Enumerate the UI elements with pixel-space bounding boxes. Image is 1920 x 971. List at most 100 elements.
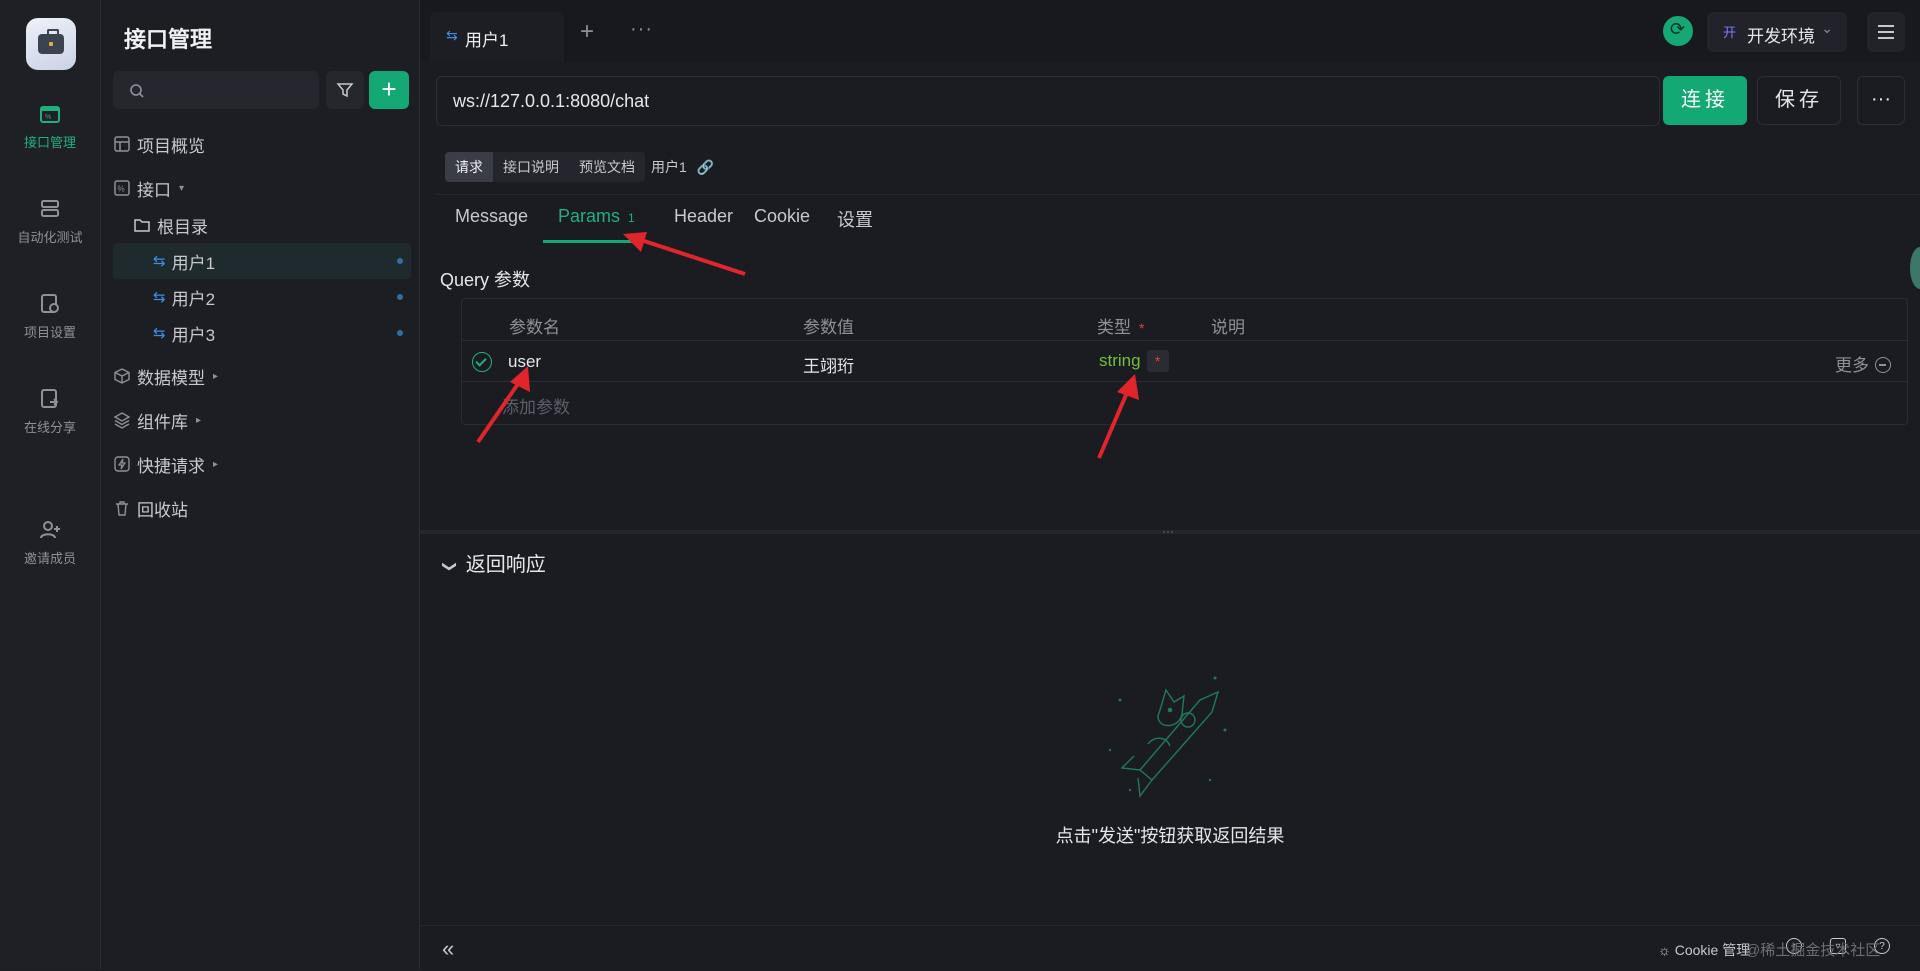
params-count-badge: 1 xyxy=(628,211,635,225)
tree-item-project-overview[interactable]: 项目概览 xyxy=(113,126,411,162)
column-header-type: 类型 * xyxy=(1097,313,1144,338)
param-value-cell[interactable]: 王翊珩 xyxy=(803,352,854,377)
svg-text:%: % xyxy=(118,185,125,194)
tree-item-component-library[interactable]: 组件库 ▸ xyxy=(113,402,411,438)
drag-handle-icon[interactable]: ··· xyxy=(1162,524,1174,538)
tab-cookie[interactable]: Cookie xyxy=(754,206,810,227)
param-type-cell[interactable]: string * xyxy=(1099,350,1169,372)
rail-label: 接口管理 xyxy=(23,135,76,150)
tab-request[interactable]: 请求 xyxy=(445,152,493,182)
column-header-description: 说明 xyxy=(1211,318,1245,337)
websocket-icon: ⇆ xyxy=(153,253,166,270)
query-params-table: 参数名 参数值 类型 * 说明 user 王翊珩 string * 更多 添加参数 xyxy=(461,298,1908,425)
divider xyxy=(436,194,1920,195)
settings-doc-icon xyxy=(41,294,59,313)
tree-label: 数据模型 xyxy=(137,368,205,388)
cookie-manager-label: Cookie 管理 xyxy=(1674,942,1751,958)
tree-item-data-model[interactable]: 数据模型 ▸ xyxy=(113,358,411,394)
column-header-name: 参数名 xyxy=(509,318,560,337)
api-tree-sidebar: 接口管理 + 项目概览 % 接口 ▾ 根目录 ⇆ 用户1 ⇆ 用户2 ⇆ 用户3… xyxy=(101,0,420,970)
tree-item-quick-request[interactable]: 快捷请求 ▸ xyxy=(113,446,411,482)
enabled-checkbox-icon[interactable] xyxy=(472,352,492,372)
tree-item-user3[interactable]: ⇆ 用户3 xyxy=(113,315,411,351)
rail-item-online-share[interactable]: 在线分享 xyxy=(0,387,100,436)
rail-label: 自动化测试 xyxy=(17,230,83,245)
websocket-icon: ⇆ xyxy=(446,27,458,43)
tab-preview-doc[interactable]: 预览文档 xyxy=(569,152,645,182)
status-bar: « ☼ Cookie 管理 ↑ ▿ ? @稀土掘金技术社区 xyxy=(420,925,1920,971)
row-divider xyxy=(462,381,1907,382)
tab-message[interactable]: Message xyxy=(455,206,528,227)
status-dot xyxy=(397,258,403,264)
collapse-sidebar-icon[interactable]: « xyxy=(442,936,454,962)
tree-item-root-folder[interactable]: 根目录 xyxy=(133,207,411,243)
add-param-input[interactable]: 添加参数 xyxy=(502,393,570,418)
tab-api-description[interactable]: 接口说明 xyxy=(493,152,569,182)
tree-label: 组件库 xyxy=(137,412,188,432)
remove-row-icon[interactable] xyxy=(1875,357,1891,373)
type-value: string xyxy=(1099,351,1141,370)
more-options-link[interactable]: 更多 xyxy=(1835,351,1891,376)
caret-right-icon: ▸ xyxy=(213,458,219,470)
rail-item-automation-test[interactable]: 自动化测试 xyxy=(0,197,100,246)
server-icon xyxy=(41,200,59,217)
share-doc-icon xyxy=(41,389,59,408)
more-actions-button[interactable]: ··· xyxy=(1857,76,1905,125)
rail-item-invite-member[interactable]: 邀请成员 xyxy=(0,518,100,567)
tree-label: 接口 xyxy=(137,180,171,200)
tree-label: 项目概览 xyxy=(137,136,205,156)
filter-button[interactable] xyxy=(326,71,364,109)
tree-label: 用户2 xyxy=(171,289,216,309)
tree-item-user1[interactable]: ⇆ 用户1 xyxy=(113,243,411,279)
search-input[interactable] xyxy=(113,71,319,109)
app-logo[interactable] xyxy=(26,18,76,70)
status-dot xyxy=(397,294,403,300)
tab-params[interactable]: Params 1 xyxy=(558,206,635,227)
sync-icon[interactable] xyxy=(1663,16,1693,46)
environment-select[interactable]: 开 开发环境 ⌄ xyxy=(1707,12,1847,52)
cookie-manager-button[interactable]: ☼ Cookie 管理 xyxy=(1658,940,1750,960)
tab-more-icon[interactable]: ··· xyxy=(630,18,653,41)
caret-right-icon: ▸ xyxy=(213,370,219,382)
link-icon[interactable]: 🔗 xyxy=(697,159,714,176)
api-folder-icon: % xyxy=(40,106,60,123)
websocket-icon: ⇆ xyxy=(153,325,166,342)
rail-item-api-management[interactable]: % 接口管理 xyxy=(0,102,100,151)
filter-icon xyxy=(336,83,354,98)
url-input[interactable]: ws://127.0.0.1:8080/chat xyxy=(436,76,1660,126)
new-tab-button[interactable]: + xyxy=(580,18,594,46)
rail-label: 项目设置 xyxy=(23,325,76,340)
tree-label: 用户3 xyxy=(171,325,216,345)
connect-button[interactable]: 连接 xyxy=(1663,76,1747,125)
add-user-icon xyxy=(40,521,60,539)
param-name-cell[interactable]: user xyxy=(508,352,541,372)
main-panel: ⇆ 用户1 + ··· 开 开发环境 ⌄ ws://127.0.0.1:8080… xyxy=(420,0,1920,971)
add-button[interactable]: + xyxy=(369,71,409,109)
menu-button[interactable] xyxy=(1867,12,1905,52)
tab-user1[interactable]: ⇆ 用户1 xyxy=(430,12,564,62)
required-toggle[interactable]: * xyxy=(1146,350,1169,372)
sidebar-title: 接口管理 xyxy=(124,27,213,52)
tree-item-user2[interactable]: ⇆ 用户2 xyxy=(113,279,411,315)
response-header[interactable]: ❯ 返回响应 xyxy=(442,548,545,577)
tree-label: 快捷请求 xyxy=(137,456,205,476)
watermark-text: @稀土掘金技术社区 xyxy=(1745,942,1881,959)
rail-item-project-settings[interactable]: 项目设置 xyxy=(0,292,100,341)
layout-icon xyxy=(114,136,130,152)
tree-item-api[interactable]: % 接口 ▾ xyxy=(113,170,411,206)
column-header-value: 参数值 xyxy=(803,318,854,337)
chevron-down-icon: ❯ xyxy=(442,560,459,573)
url-value: ws://127.0.0.1:8080/chat xyxy=(453,91,650,111)
folder-icon xyxy=(134,219,150,232)
layers-icon xyxy=(113,412,131,429)
api-name: 用户1 xyxy=(651,159,687,175)
rail-label: 邀请成员 xyxy=(23,551,76,566)
tab-header[interactable]: Header xyxy=(674,206,733,227)
type-header-label: 类型 xyxy=(1097,318,1131,337)
tab-params-label: Params xyxy=(558,206,621,226)
tree-item-recycle-bin[interactable]: 回收站 xyxy=(113,490,411,526)
caret-down-icon: ▾ xyxy=(179,182,185,194)
save-button[interactable]: 保存 xyxy=(1757,76,1841,125)
tab-settings[interactable]: 设置 xyxy=(837,206,873,232)
chevron-down-icon: ⌄ xyxy=(1821,20,1833,36)
